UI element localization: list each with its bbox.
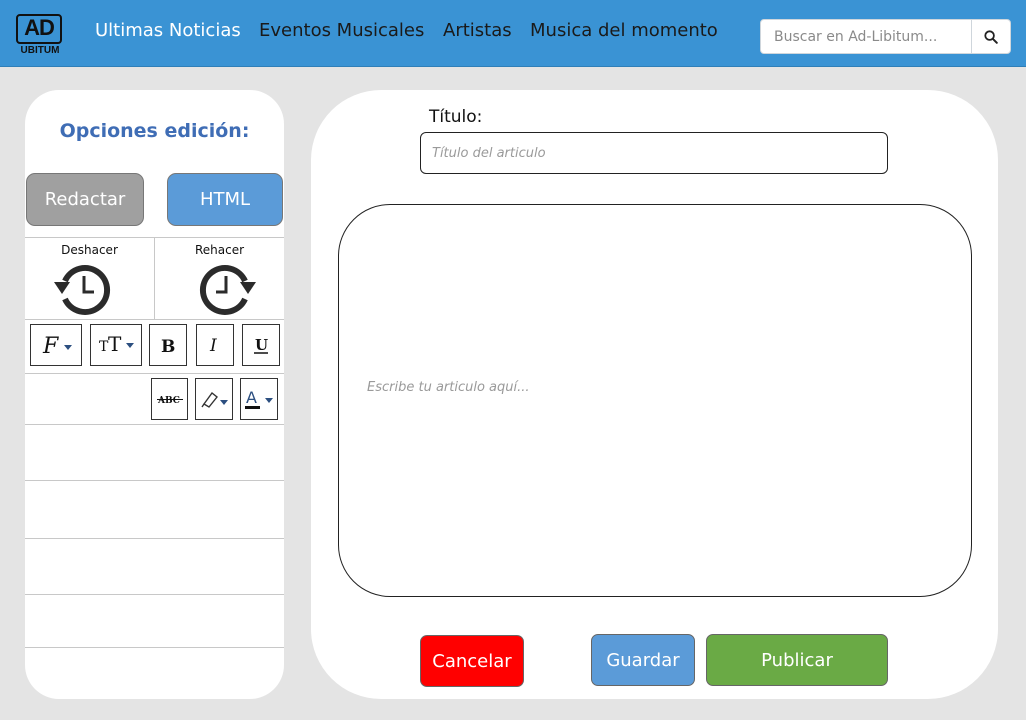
text-color-button[interactable]: A	[240, 378, 278, 420]
font-size-icon: T T	[99, 332, 134, 356]
cancel-button[interactable]: Cancelar	[420, 635, 524, 687]
redo-icon	[200, 265, 256, 315]
svg-text:T: T	[108, 332, 122, 356]
article-editor-panel: Título: Cancelar Guardar Publicar	[311, 90, 998, 699]
ad-libitum-logo[interactable]: AD UBITUM	[16, 14, 64, 58]
html-button[interactable]: HTML	[167, 173, 283, 226]
divider	[25, 424, 284, 425]
strikethrough-button[interactable]: ABC	[151, 378, 188, 420]
divider	[25, 538, 284, 539]
italic-button[interactable]: I	[196, 324, 234, 366]
search-icon	[984, 29, 998, 44]
nav-eventos-musicales[interactable]: Eventos Musicales	[259, 20, 424, 41]
article-body-textarea[interactable]	[338, 204, 972, 597]
nav-ultimas-noticias[interactable]: Ultimas Noticias	[95, 20, 241, 41]
font-size-button[interactable]: T T	[90, 324, 142, 366]
font-family-button[interactable]: F	[30, 324, 82, 366]
undo-label: Deshacer	[61, 243, 118, 257]
undo-button[interactable]: Deshacer	[25, 238, 154, 318]
publish-button[interactable]: Publicar	[706, 634, 888, 686]
svg-text:ABC: ABC	[157, 396, 180, 406]
divider	[25, 319, 284, 320]
text-color-icon: A	[245, 388, 273, 409]
nav-musica-del-momento[interactable]: Musica del momento	[530, 20, 718, 41]
italic-icon: I	[209, 336, 217, 356]
title-label: Título:	[429, 107, 483, 127]
divider	[25, 594, 284, 595]
logo-sub-text: UBITUM	[20, 45, 60, 56]
search-button[interactable]	[971, 20, 1010, 53]
highlight-button[interactable]	[195, 378, 233, 420]
redo-button[interactable]: Rehacer	[155, 238, 284, 318]
bold-icon: B	[161, 337, 175, 356]
redo-label: Rehacer	[194, 243, 245, 257]
undo-icon	[54, 265, 110, 315]
svg-text:A: A	[246, 388, 257, 407]
highlight-icon	[201, 391, 228, 408]
redactar-button[interactable]: Redactar	[26, 173, 144, 226]
search-box	[760, 19, 1011, 54]
divider	[25, 373, 284, 374]
logo-main-text: AD	[24, 15, 55, 40]
svg-text:B: B	[161, 337, 175, 356]
article-title-input[interactable]	[420, 132, 888, 174]
svg-text:I: I	[209, 336, 217, 356]
font-family-icon: F	[42, 334, 72, 359]
save-button[interactable]: Guardar	[591, 634, 695, 686]
divider	[25, 647, 284, 648]
divider	[25, 480, 284, 481]
search-input[interactable]	[761, 20, 971, 53]
svg-text:F: F	[42, 334, 59, 359]
svg-text:U: U	[255, 336, 268, 354]
top-navigation-bar: AD UBITUM Ultimas Noticias Eventos Music…	[0, 0, 1026, 67]
underline-button[interactable]: U	[242, 324, 280, 366]
strikethrough-icon: ABC	[156, 396, 183, 406]
nav-artistas[interactable]: Artistas	[443, 20, 512, 41]
underline-icon: U	[254, 336, 268, 354]
edit-options-panel: Opciones edición: Redactar HTML Deshacer…	[25, 90, 284, 699]
bold-button[interactable]: B	[149, 324, 187, 366]
edit-options-title: Opciones edición:	[59, 120, 250, 142]
